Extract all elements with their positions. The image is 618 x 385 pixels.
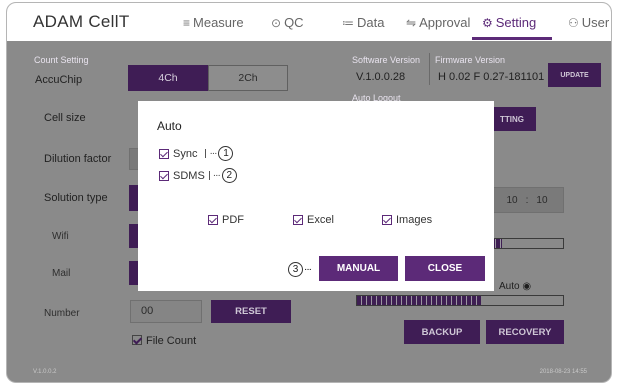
footer-timestamp: 2018-08-23 14:55 (539, 369, 587, 375)
nav-user-label: User (581, 15, 610, 30)
checkbox-checked-icon (382, 215, 392, 225)
time-input[interactable]: 10 : 10 (490, 187, 564, 213)
auto-dialog: Auto Sync ··· 1 SDMS ··· 2 PDF Excel Ima… (138, 101, 494, 291)
checkbox-checked-icon (159, 170, 169, 181)
nav-data[interactable]: ≔ Data (342, 15, 384, 30)
gear-icon: ⚙ (482, 16, 493, 30)
checkbox-checked-icon (159, 148, 169, 159)
sdms-label: SDMS (173, 169, 205, 182)
update-button[interactable]: UPDATE (548, 63, 601, 87)
accuchip-2ch-button[interactable]: 2Ch (208, 65, 288, 91)
user-icon: ⚇ (568, 16, 579, 30)
solution-type-label: Solution type (44, 192, 108, 204)
setting-button[interactable]: TTING (488, 107, 536, 131)
footer-version: V.1.0.0.2 (33, 369, 57, 375)
close-button[interactable]: CLOSE (405, 256, 485, 281)
level-bar-bottom-fill (357, 296, 481, 305)
pdf-checkbox[interactable]: PDF (208, 214, 244, 226)
nav-qc-label: QC (284, 15, 304, 30)
count-setting-heading: Count Setting (34, 55, 89, 65)
time-hour: 10 (506, 194, 518, 206)
software-version-value: V.1.0.0.28 (356, 71, 406, 83)
level-bar-top[interactable] (490, 238, 564, 249)
manual-button[interactable]: MANUAL (319, 256, 398, 281)
nav-measure-label: Measure (193, 15, 244, 30)
callout-2: ··· 2 (208, 168, 237, 183)
callout-dots: ··· (209, 148, 217, 159)
top-nav-bar: ADAM CellT ≡ Measure ⊙ QC ≔ Data ⇋ Approval … (7, 3, 611, 41)
checkbox-checked-icon (293, 215, 303, 225)
recovery-button[interactable]: RECOVERY (486, 320, 564, 344)
app-window: ADAM CellT ≡ Measure ⊙ QC ≔ Data ⇋ Approval … (6, 2, 612, 383)
images-checkbox[interactable]: Images (382, 214, 432, 226)
callout-number-1: 1 (218, 146, 234, 161)
callout-dots: ··· (304, 264, 312, 275)
time-separator: : (525, 194, 529, 206)
cell-size-label: Cell size (44, 112, 86, 124)
sync-checkbox[interactable]: Sync ··· 1 (159, 146, 234, 161)
firmware-version-value: H 0.02 F 0.27-181101 (438, 71, 545, 83)
callout-dots: ··· (212, 170, 221, 181)
excel-checkbox[interactable]: Excel (293, 214, 334, 226)
nav-setting[interactable]: ⚙ Setting (482, 15, 536, 30)
checkbox-checked-icon (132, 335, 142, 345)
checkbox-checked-icon (208, 215, 218, 225)
firmware-version-label: Firmware Version (435, 55, 506, 65)
data-list-icon: ≔ (342, 16, 354, 30)
radio-selected-icon: ◉ (522, 281, 532, 292)
active-tab-indicator (472, 37, 552, 40)
nav-approval-label: Approval (419, 15, 471, 30)
target-icon: ⊙ (271, 16, 282, 30)
version-divider (429, 53, 430, 85)
sync-label: Sync (173, 147, 198, 160)
file-count-label: File Count (146, 335, 197, 347)
nav-qc[interactable]: ⊙ QC (271, 15, 304, 30)
nav-user[interactable]: ⚇ User (568, 15, 609, 30)
callout-number-2: 2 (221, 168, 237, 183)
callout-3: 3 ··· (288, 262, 312, 277)
callout-number-3: 3 (288, 262, 303, 277)
mail-label: Mail (52, 268, 71, 279)
number-input[interactable]: 00 (130, 300, 202, 323)
level-bar-bottom[interactable] (356, 295, 564, 306)
auto-radio-label: Auto (499, 281, 520, 292)
time-minute: 10 (536, 194, 548, 206)
number-label: Number (44, 308, 80, 319)
accuchip-4ch-button[interactable]: 4Ch (128, 65, 208, 91)
callout-tick (208, 171, 210, 180)
list-icon: ≡ (183, 16, 191, 30)
wifi-label: Wifi (52, 231, 69, 242)
accuchip-label: AccuChip (35, 74, 83, 86)
callout-1: ··· 1 (205, 146, 234, 161)
excel-label: Excel (307, 214, 334, 226)
reset-button[interactable]: RESET (211, 300, 291, 323)
software-version-label: Software Version (352, 55, 421, 65)
app-title: ADAM CellT (33, 12, 130, 31)
approval-icon: ⇋ (406, 16, 417, 30)
pdf-label: PDF (222, 214, 244, 226)
nav-measure[interactable]: ≡ Measure (183, 15, 244, 30)
sdms-checkbox[interactable]: SDMS ··· 2 (159, 168, 237, 183)
dialog-title: Auto (157, 119, 182, 133)
file-count-checkbox[interactable]: File Count (132, 335, 196, 347)
dilution-factor-label: Dilution factor (44, 153, 112, 165)
nav-approval[interactable]: ⇋ Approval (406, 15, 470, 30)
nav-setting-label: Setting (495, 15, 537, 30)
auto-radio[interactable]: Auto ◉ (499, 281, 531, 292)
images-label: Images (396, 214, 433, 226)
backup-button[interactable]: BACKUP (404, 320, 480, 344)
callout-tick (205, 149, 207, 158)
nav-data-label: Data (357, 15, 385, 30)
